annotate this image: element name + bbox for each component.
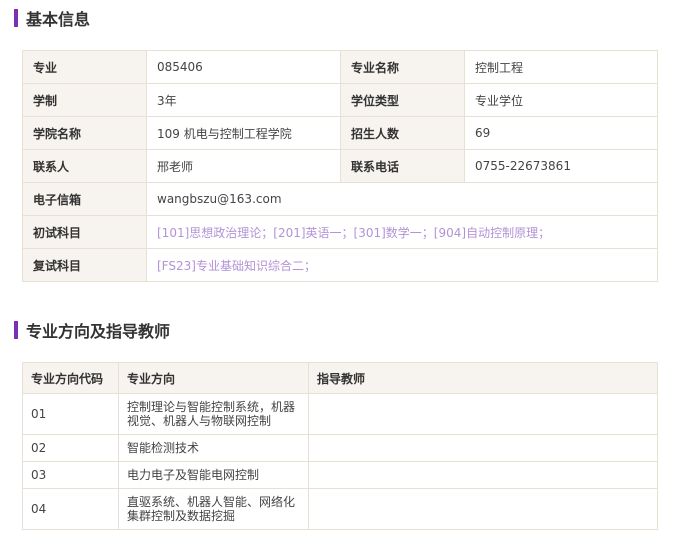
direction-teacher <box>308 488 658 530</box>
table-row: 学院名称 109 机电与控制工程学院 招生人数 69 <box>22 116 658 150</box>
table-row: 03 电力电子及智能电网控制 <box>22 461 658 489</box>
major-label: 专业 <box>22 50 147 84</box>
phone-label: 联系电话 <box>340 149 465 183</box>
table-row: 专业 085406 专业名称 控制工程 <box>22 50 658 84</box>
major-value: 085406 <box>146 50 341 84</box>
basic-info-table: 专业 085406 专业名称 控制工程 学制 3年 学位类型 专业学位 学院名称… <box>22 50 658 282</box>
direction-teacher <box>308 461 658 489</box>
section-title-text: 基本信息 <box>26 10 91 29</box>
table-row: 02 智能检测技术 <box>22 434 658 462</box>
direction-name: 直驱系统、机器人智能、网络化集群控制及数据挖掘 <box>118 488 309 530</box>
duration-value: 3年 <box>146 83 341 117</box>
degree-type-value: 专业学位 <box>464 83 658 117</box>
direction-teacher <box>308 393 658 435</box>
college-label: 学院名称 <box>22 116 147 150</box>
initial-exam-label: 初试科目 <box>22 215 147 249</box>
major-name-label: 专业名称 <box>340 50 465 84</box>
table-row: 联系人 邢老师 联系电话 0755-22673861 <box>22 149 658 183</box>
major-name-value: 控制工程 <box>464 50 658 84</box>
email-value: wangbszu@163.com <box>146 182 658 216</box>
direction-code: 04 <box>22 488 119 530</box>
degree-type-label: 学位类型 <box>340 83 465 117</box>
section-title-directions: 专业方向及指导教师 <box>14 320 171 341</box>
direction-name: 电力电子及智能电网控制 <box>118 461 309 489</box>
retest-subjects-link[interactable]: [FS23]专业基础知识综合二； <box>146 248 658 282</box>
title-accent-bar <box>14 9 18 27</box>
direction-code: 03 <box>22 461 119 489</box>
direction-code: 02 <box>22 434 119 462</box>
page: 基本信息 专业 085406 专业名称 控制工程 学制 3年 学位类型 专业学位… <box>0 0 673 537</box>
direction-code: 01 <box>22 393 119 435</box>
contact-label: 联系人 <box>22 149 147 183</box>
header-teacher: 指导教师 <box>308 362 658 394</box>
table-row: 04 直驱系统、机器人智能、网络化集群控制及数据挖掘 <box>22 488 658 530</box>
direction-teacher <box>308 434 658 462</box>
direction-name: 智能检测技术 <box>118 434 309 462</box>
title-accent-bar <box>14 321 18 339</box>
phone-value: 0755-22673861 <box>464 149 658 183</box>
direction-name: 控制理论与智能控制系统，机器视觉、机器人与物联网控制 <box>118 393 309 435</box>
table-row: 复试科目 [FS23]专业基础知识综合二； <box>22 248 658 282</box>
table-row: 初试科目 [101]思想政治理论；[201]英语一；[301]数学一；[904]… <box>22 215 658 249</box>
enroll-value: 69 <box>464 116 658 150</box>
header-code: 专业方向代码 <box>22 362 119 394</box>
initial-exam-subjects-link[interactable]: [101]思想政治理论；[201]英语一；[301]数学一；[904]自动控制原… <box>146 215 658 249</box>
enroll-label: 招生人数 <box>340 116 465 150</box>
college-value: 109 机电与控制工程学院 <box>146 116 341 150</box>
contact-value: 邢老师 <box>146 149 341 183</box>
duration-label: 学制 <box>22 83 147 117</box>
header-direction: 专业方向 <box>118 362 309 394</box>
email-label: 电子信箱 <box>22 182 147 216</box>
table-header-row: 专业方向代码 专业方向 指导教师 <box>22 362 658 394</box>
table-row: 01 控制理论与智能控制系统，机器视觉、机器人与物联网控制 <box>22 393 658 435</box>
directions-table: 专业方向代码 专业方向 指导教师 01 控制理论与智能控制系统，机器视觉、机器人… <box>22 362 658 530</box>
table-row: 学制 3年 学位类型 专业学位 <box>22 83 658 117</box>
section-title-text: 专业方向及指导教师 <box>26 322 171 341</box>
table-row: 电子信箱 wangbszu@163.com <box>22 182 658 216</box>
section-title-basic-info: 基本信息 <box>14 8 91 29</box>
retest-label: 复试科目 <box>22 248 147 282</box>
